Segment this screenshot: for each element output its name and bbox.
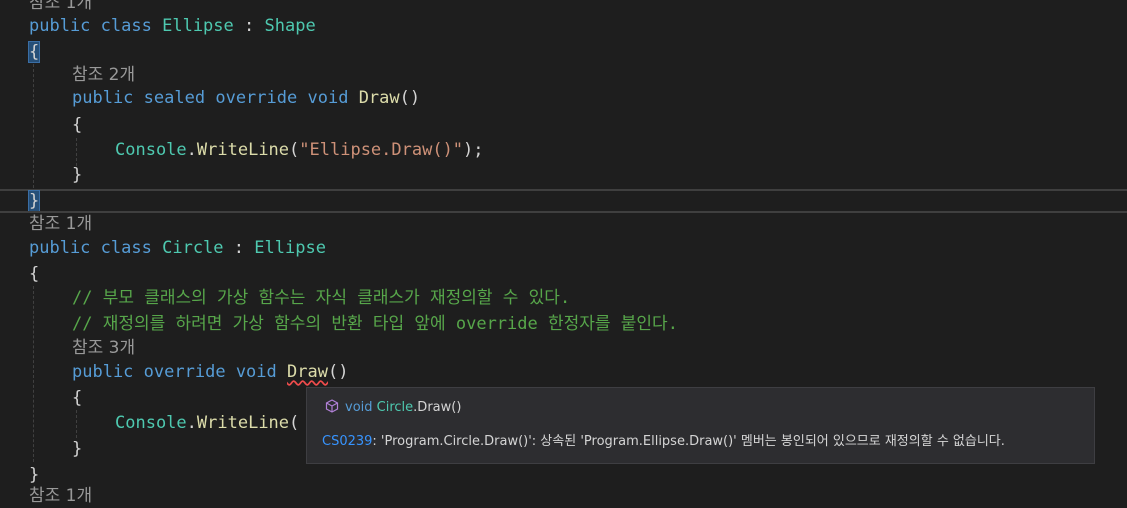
method-name[interactable]: Draw — [359, 88, 400, 108]
code-line-ellipse-draw-signature: public sealed override void Draw() — [72, 85, 420, 111]
method-call[interactable]: WriteLine — [197, 140, 289, 160]
code-line-circle-open: { — [29, 261, 39, 287]
code-line-ellipse-class: public class Ellipse : Shape — [29, 13, 316, 39]
base-class-name[interactable]: Shape — [265, 16, 316, 36]
code-line-ellipse-body: Console.WriteLine("Ellipse.Draw()"); — [115, 137, 484, 163]
method-call[interactable]: WriteLine — [197, 413, 289, 433]
tooltip-method: .Draw() — [413, 400, 462, 415]
keyword: public — [72, 362, 134, 382]
tooltip-error-message: CS0239: 'Program.Circle.Draw()': 상속된 'Pr… — [322, 432, 1005, 452]
keyword: void — [307, 88, 349, 108]
tooltip-type[interactable]: Circle — [377, 400, 414, 415]
error-code-link[interactable]: CS0239 — [322, 434, 372, 449]
keyword: override — [215, 88, 298, 108]
codelens-references[interactable]: 참조 3개 — [72, 336, 135, 360]
code-line-circle-class: public class Circle : Ellipse — [29, 235, 326, 261]
brace: } — [29, 465, 40, 485]
keyword: class — [100, 238, 152, 258]
tooltip-keyword: void — [345, 400, 373, 415]
matched-brace: } — [27, 190, 41, 212]
class-name[interactable]: Ellipse — [162, 16, 234, 36]
tooltip-signature: void Circle.Draw() — [325, 398, 461, 418]
code-line-inner-open: { — [72, 112, 82, 138]
cube-icon — [325, 399, 339, 413]
keyword: class — [100, 16, 152, 36]
code-editor[interactable]: 참조 1개 public class Ellipse : Shape { 참조 … — [0, 0, 1127, 506]
brace: { — [29, 264, 40, 284]
indent-guide — [33, 64, 34, 188]
code-line-inner-close: } — [72, 162, 82, 188]
code-comment: // 부모 클래스의 가상 함수는 자식 클래스가 재정의할 수 있다. — [72, 288, 571, 308]
colon: : — [244, 16, 255, 36]
matched-brace: { — [27, 41, 41, 63]
code-line-circle-inner-close: } — [72, 436, 82, 462]
current-line-border-top — [0, 189, 1127, 191]
keyword: void — [235, 362, 277, 382]
keyword: override — [143, 362, 226, 382]
colon: : — [233, 238, 245, 258]
code-line-open-brace: { — [27, 39, 41, 65]
error-tooltip[interactable]: void Circle.Draw() CS0239: 'Program.Circ… — [306, 387, 1095, 464]
dot: . — [186, 413, 197, 433]
keyword: public — [29, 238, 91, 258]
class-name[interactable]: Circle — [162, 238, 223, 258]
codelens-references[interactable]: 참조 1개 — [29, 484, 92, 508]
paren: ); — [463, 140, 484, 160]
error-text: : 'Program.Circle.Draw()': 상속된 'Program.… — [372, 434, 1005, 449]
paren: ( — [289, 413, 300, 433]
current-line-border-bottom — [0, 211, 1127, 213]
indent-guide — [33, 286, 34, 462]
string-literal: "Ellipse.Draw()" — [299, 140, 464, 160]
brace: } — [72, 165, 83, 185]
code-line-circle-body: Console.WriteLine( — [115, 410, 299, 436]
brace: { — [72, 388, 83, 408]
codelens-references[interactable]: 참조 2개 — [72, 63, 135, 87]
paren: ( — [289, 140, 300, 160]
keyword: public — [29, 16, 91, 36]
keyword: sealed — [143, 88, 206, 108]
code-line-circle-inner-open: { — [72, 385, 82, 411]
base-class-name[interactable]: Ellipse — [254, 238, 326, 258]
parens: () — [327, 362, 349, 382]
keyword: public — [72, 88, 134, 108]
brace: } — [72, 439, 83, 459]
code-comment: // 재정의를 하려면 가상 함수의 반환 타입 앞에 override 한정자… — [72, 314, 678, 334]
brace: { — [72, 115, 83, 135]
type-name[interactable]: Console — [115, 140, 187, 160]
method-name-error[interactable]: Draw — [287, 362, 328, 382]
indent-guide — [76, 410, 77, 438]
type-name[interactable]: Console — [115, 413, 187, 433]
code-line-circle-draw-signature: public override void Draw() — [72, 359, 348, 385]
codelens-references[interactable]: 참조 1개 — [29, 212, 92, 236]
parens: () — [399, 88, 421, 108]
dot: . — [186, 140, 197, 160]
